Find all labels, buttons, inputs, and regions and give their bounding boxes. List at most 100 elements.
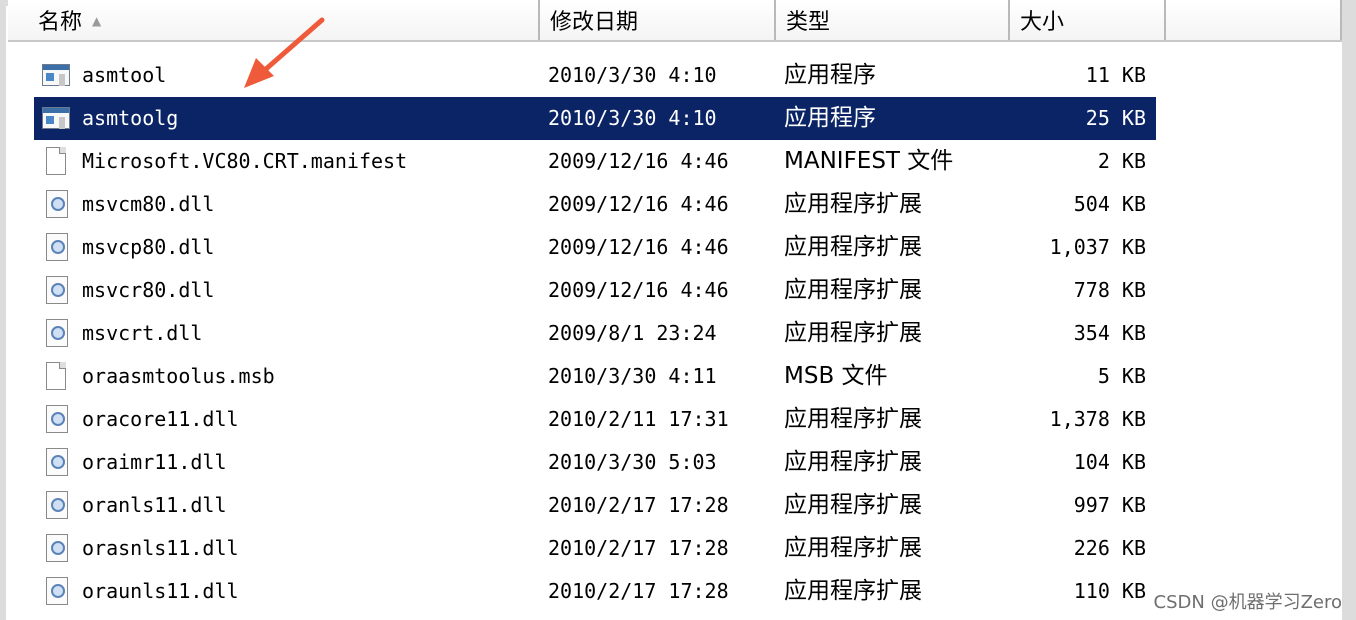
watermark: CSDN @机器学习Zero bbox=[1153, 592, 1342, 613]
dll-icon-shape bbox=[46, 405, 68, 433]
file-size: 2 KB bbox=[1097, 149, 1146, 173]
file-size: 504 KB bbox=[1073, 192, 1146, 216]
column-header-name-label: 名称 bbox=[38, 10, 83, 35]
file-row[interactable]: asmtool 2010/3/30 4:10 应用程序 11 KB bbox=[34, 54, 1156, 97]
file-date: 2010/3/30 4:10 bbox=[548, 63, 717, 87]
column-header-date-label: 修改日期 bbox=[550, 10, 639, 35]
column-header-size-label: 大小 bbox=[1020, 10, 1065, 35]
sort-ascending-icon: ▲ bbox=[92, 14, 102, 28]
file-size: 11 KB bbox=[1085, 63, 1146, 87]
file-date: 2010/3/30 4:10 bbox=[548, 106, 717, 130]
file-date: 2009/12/16 4:46 bbox=[548, 235, 729, 259]
file-size: 1,378 KB bbox=[1049, 407, 1146, 431]
dll-icon bbox=[42, 448, 74, 478]
file-type: 应用程序扩展 bbox=[784, 320, 922, 346]
column-header-type[interactable]: 类型 bbox=[776, 0, 1010, 40]
file-row[interactable]: msvcrt.dll 2009/8/1 23:24 应用程序扩展 354 KB bbox=[34, 312, 1156, 355]
file-row[interactable]: oraimr11.dll 2010/3/30 5:03 应用程序扩展 104 KB bbox=[34, 441, 1156, 484]
file-icon-shape bbox=[46, 362, 66, 390]
file-date: 2010/2/17 17:28 bbox=[548, 579, 729, 603]
file-size: 354 KB bbox=[1073, 321, 1146, 345]
dll-icon-shape bbox=[46, 276, 68, 304]
column-header-date[interactable]: 修改日期 bbox=[540, 0, 776, 40]
dll-icon-shape bbox=[46, 190, 68, 218]
file-date: 2009/12/16 4:46 bbox=[548, 149, 729, 173]
file-row[interactable]: msvcm80.dll 2009/12/16 4:46 应用程序扩展 504 KB bbox=[34, 183, 1156, 226]
file-name: msvcm80.dll bbox=[82, 192, 215, 216]
dll-icon bbox=[42, 190, 74, 220]
file-type: 应用程序扩展 bbox=[784, 535, 922, 561]
window-frame-right bbox=[1342, 0, 1356, 620]
file-type: 应用程序扩展 bbox=[784, 492, 922, 518]
dll-icon-shape bbox=[46, 534, 68, 562]
file-date: 2010/3/30 5:03 bbox=[548, 450, 717, 474]
dll-icon-shape bbox=[46, 448, 68, 476]
file-size: 997 KB bbox=[1073, 493, 1146, 517]
column-header-type-label: 类型 bbox=[786, 10, 831, 35]
file-type: 应用程序扩展 bbox=[784, 191, 922, 217]
file-type: 应用程序扩展 bbox=[784, 406, 922, 432]
file-type: 应用程序扩展 bbox=[784, 449, 922, 475]
dll-icon bbox=[42, 577, 74, 607]
file-name: asmtool bbox=[82, 63, 167, 87]
file-type: 应用程序 bbox=[784, 105, 876, 131]
file-size: 226 KB bbox=[1073, 536, 1146, 560]
dll-icon-shape bbox=[46, 233, 68, 261]
file-size: 5 KB bbox=[1097, 364, 1146, 388]
file-name: oraasmtoolus.msb bbox=[82, 364, 275, 388]
app-icon-shape bbox=[42, 64, 70, 86]
file-type: 应用程序 bbox=[784, 62, 876, 88]
file-row[interactable]: orasnls11.dll 2010/2/17 17:28 应用程序扩展 226 KB bbox=[34, 527, 1156, 570]
file-type: MSB 文件 bbox=[784, 363, 888, 389]
dll-icon bbox=[42, 534, 74, 564]
dll-icon bbox=[42, 319, 74, 349]
dll-icon bbox=[42, 405, 74, 435]
file-name: oracore11.dll bbox=[82, 407, 239, 431]
dll-icon-shape bbox=[46, 577, 68, 605]
app-icon bbox=[42, 61, 74, 91]
file-row[interactable]: oraunls11.dll 2010/2/17 17:28 应用程序扩展 110 KB bbox=[34, 570, 1156, 613]
file-size: 25 KB bbox=[1085, 106, 1146, 130]
file-date: 2010/2/17 17:28 bbox=[548, 493, 729, 517]
file-date: 2009/12/16 4:46 bbox=[548, 278, 729, 302]
dll-icon-shape bbox=[46, 491, 68, 519]
file-name: msvcrt.dll bbox=[82, 321, 203, 345]
file-type: 应用程序扩展 bbox=[784, 234, 922, 260]
file-row[interactable]: Microsoft.VC80.CRT.manifest 2009/12/16 4:… bbox=[34, 140, 1156, 183]
file-size: 1,037 KB bbox=[1049, 235, 1146, 259]
file-name: Microsoft.VC80.CRT.manifest bbox=[82, 149, 408, 173]
file-name: msvcp80.dll bbox=[82, 235, 215, 259]
file-name: oranls11.dll bbox=[82, 493, 227, 517]
file-size: 778 KB bbox=[1073, 278, 1146, 302]
file-date: 2009/8/1 23:24 bbox=[548, 321, 717, 345]
file-row[interactable]: oranls11.dll 2010/2/17 17:28 应用程序扩展 997 KB bbox=[34, 484, 1156, 527]
file-row[interactable]: oracore11.dll 2010/2/11 17:31 应用程序扩展 1,378 … bbox=[34, 398, 1156, 441]
window-frame-left bbox=[0, 0, 6, 620]
annotation-arrow-icon bbox=[244, 17, 325, 88]
app-icon bbox=[42, 104, 74, 134]
file-icon bbox=[42, 362, 74, 392]
file-date: 2010/2/17 17:28 bbox=[548, 536, 729, 560]
file-size: 104 KB bbox=[1073, 450, 1146, 474]
file-row[interactable]: asmtoolg 2010/3/30 4:10 应用程序 25 KB bbox=[34, 97, 1156, 140]
file-icon-shape bbox=[46, 147, 66, 175]
file-icon bbox=[42, 147, 74, 177]
file-date: 2009/12/16 4:46 bbox=[548, 192, 729, 216]
file-name: oraimr11.dll bbox=[82, 450, 227, 474]
file-row[interactable]: oraasmtoolus.msb 2010/3/30 4:11 MSB 文件 5 KB bbox=[34, 355, 1156, 398]
file-row[interactable]: msvcr80.dll 2009/12/16 4:46 应用程序扩展 778 KB bbox=[34, 269, 1156, 312]
file-name: msvcr80.dll bbox=[82, 278, 215, 302]
file-type: MANIFEST 文件 bbox=[784, 148, 954, 174]
dll-icon bbox=[42, 233, 74, 263]
file-row[interactable]: msvcp80.dll 2009/12/16 4:46 应用程序扩展 1,037 KB bbox=[34, 226, 1156, 269]
column-header-bar: 名称 ▲ 修改日期 类型 大小 bbox=[8, 0, 1342, 42]
file-date: 2010/3/30 4:11 bbox=[548, 364, 717, 388]
dll-icon bbox=[42, 276, 74, 306]
column-header-size[interactable]: 大小 bbox=[1010, 0, 1166, 40]
file-type: 应用程序扩展 bbox=[784, 578, 922, 604]
dll-icon bbox=[42, 491, 74, 521]
file-type: 应用程序扩展 bbox=[784, 277, 922, 303]
file-name: asmtoolg bbox=[82, 106, 179, 130]
file-name: oraunls11.dll bbox=[82, 579, 239, 603]
column-header-empty[interactable] bbox=[1166, 0, 1342, 40]
